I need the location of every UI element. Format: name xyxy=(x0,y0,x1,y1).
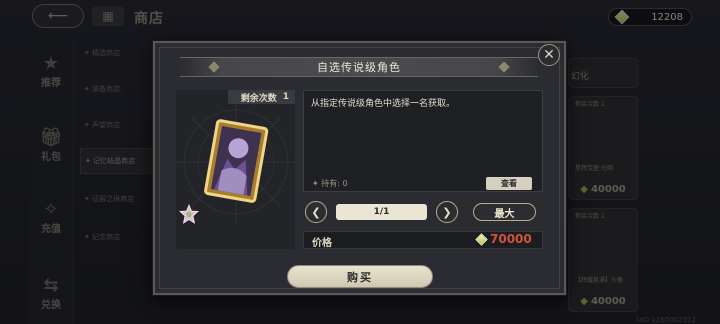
price-value: 70000 xyxy=(490,232,532,246)
buy-button[interactable]: 购买 xyxy=(287,265,433,288)
remaining-count-tag: 剩余次数 1 xyxy=(228,90,295,104)
dialog-title: 自选传说级角色 xyxy=(317,61,401,74)
item-description: 从指定传说级角色中选择一名获取。 xyxy=(311,99,456,109)
price-label: 价格 xyxy=(312,238,332,249)
close-button[interactable]: ✕ xyxy=(538,44,560,66)
dialog-title-banner: 自选传说级角色 xyxy=(180,57,538,77)
decrease-quantity-button[interactable]: ❮ xyxy=(305,201,327,223)
legendary-character-card-icon xyxy=(204,119,269,203)
chevron-left-icon: ❮ xyxy=(311,205,321,219)
close-icon: ✕ xyxy=(543,47,555,63)
quantity-field[interactable]: 1/1 xyxy=(336,204,427,220)
increase-quantity-button[interactable]: ❯ xyxy=(436,201,458,223)
remaining-label: 剩余次数 xyxy=(240,93,277,104)
banner-ornament xyxy=(208,61,220,73)
view-button[interactable]: 查看 xyxy=(486,177,532,190)
rarity-emblem-icon xyxy=(179,204,199,224)
remaining-value: 1 xyxy=(282,92,289,102)
chevron-right-icon: ❯ xyxy=(442,205,452,219)
banner-ornament xyxy=(498,61,510,73)
owned-count: ✦ 持有: 0 xyxy=(312,179,348,188)
max-quantity-button[interactable]: 最大 xyxy=(473,203,536,221)
